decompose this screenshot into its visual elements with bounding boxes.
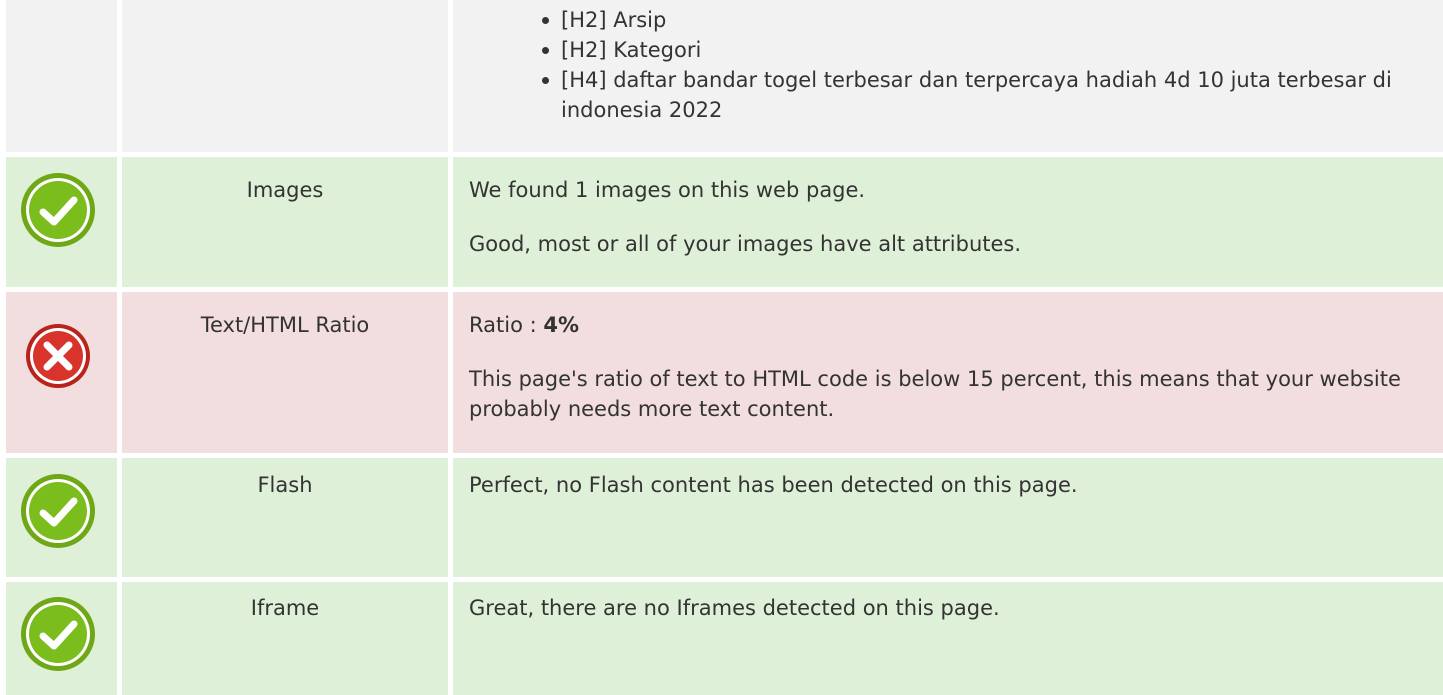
check-circle-icon — [19, 472, 97, 550]
images-found-text: We found 1 images on this web page. — [469, 178, 866, 202]
ratio-content: Ratio : 4% This page's ratio of text to … — [469, 310, 1431, 424]
headings-row: [H2] Arsip [H2] Kategori [H4] daftar ban… — [6, 0, 1443, 152]
list-item: [H2] Kategori — [541, 35, 1419, 65]
bullet-icon — [542, 17, 549, 24]
images-content: We found 1 images on this web page. Good… — [469, 175, 1431, 259]
bullet-icon — [542, 47, 549, 54]
ratio-prefix: Ratio : — [469, 313, 544, 337]
ratio-row: Text/HTML Ratio Ratio : 4% This page's r… — [6, 292, 1443, 453]
check-circle-icon — [19, 171, 97, 249]
list-item: [H4] daftar bandar togel terbesar dan te… — [541, 65, 1419, 125]
images-status-cell — [6, 157, 117, 287]
bullet-icon — [542, 77, 549, 84]
ratio-status-cell — [6, 292, 117, 453]
flash-text: Perfect, no Flash content has been detec… — [469, 473, 1078, 497]
headings-label-cell — [122, 0, 448, 152]
heading-item-text: [H2] Arsip — [561, 8, 667, 32]
images-row: Images We found 1 images on this web pag… — [6, 157, 1443, 287]
list-item: [H2] Arsip — [541, 5, 1419, 35]
ratio-description: This page's ratio of text to HTML code i… — [469, 367, 1401, 421]
flash-content-cell: Perfect, no Flash content has been detec… — [453, 458, 1443, 577]
check-circle-icon — [19, 595, 97, 673]
iframe-content-cell: Great, there are no Iframes detected on … — [453, 582, 1443, 695]
x-circle-icon — [24, 322, 92, 390]
flash-label-cell: Flash — [122, 458, 448, 577]
ratio-value: 4% — [543, 313, 579, 337]
flash-label: Flash — [257, 473, 313, 497]
images-content-cell: We found 1 images on this web page. Good… — [453, 157, 1443, 287]
iframe-label-cell: Iframe — [122, 582, 448, 695]
headings-list: [H2] Arsip [H2] Kategori [H4] daftar ban… — [541, 5, 1419, 125]
heading-item-text: [H4] daftar bandar togel terbesar dan te… — [561, 68, 1392, 122]
headings-icon-cell — [6, 0, 117, 152]
ratio-content-cell: Ratio : 4% This page's ratio of text to … — [453, 292, 1443, 453]
flash-status-cell — [6, 458, 117, 577]
iframe-content: Great, there are no Iframes detected on … — [469, 593, 1431, 623]
flash-row: Flash Perfect, no Flash content has been… — [6, 458, 1443, 577]
heading-item-text: [H2] Kategori — [561, 38, 702, 62]
ratio-label-cell: Text/HTML Ratio — [122, 292, 448, 453]
images-alt-text: Good, most or all of your images have al… — [469, 232, 1022, 256]
iframe-status-cell — [6, 582, 117, 695]
images-label-cell: Images — [122, 157, 448, 287]
ratio-value-line: Ratio : 4% — [469, 310, 1431, 340]
iframe-label: Iframe — [250, 596, 320, 620]
iframe-row: Iframe Great, there are no Iframes detec… — [6, 582, 1443, 695]
iframe-text: Great, there are no Iframes detected on … — [469, 596, 1000, 620]
images-label: Images — [246, 178, 324, 202]
flash-content: Perfect, no Flash content has been detec… — [469, 470, 1431, 500]
ratio-label: Text/HTML Ratio — [200, 313, 370, 337]
headings-content-cell: [H2] Arsip [H2] Kategori [H4] daftar ban… — [453, 0, 1443, 152]
